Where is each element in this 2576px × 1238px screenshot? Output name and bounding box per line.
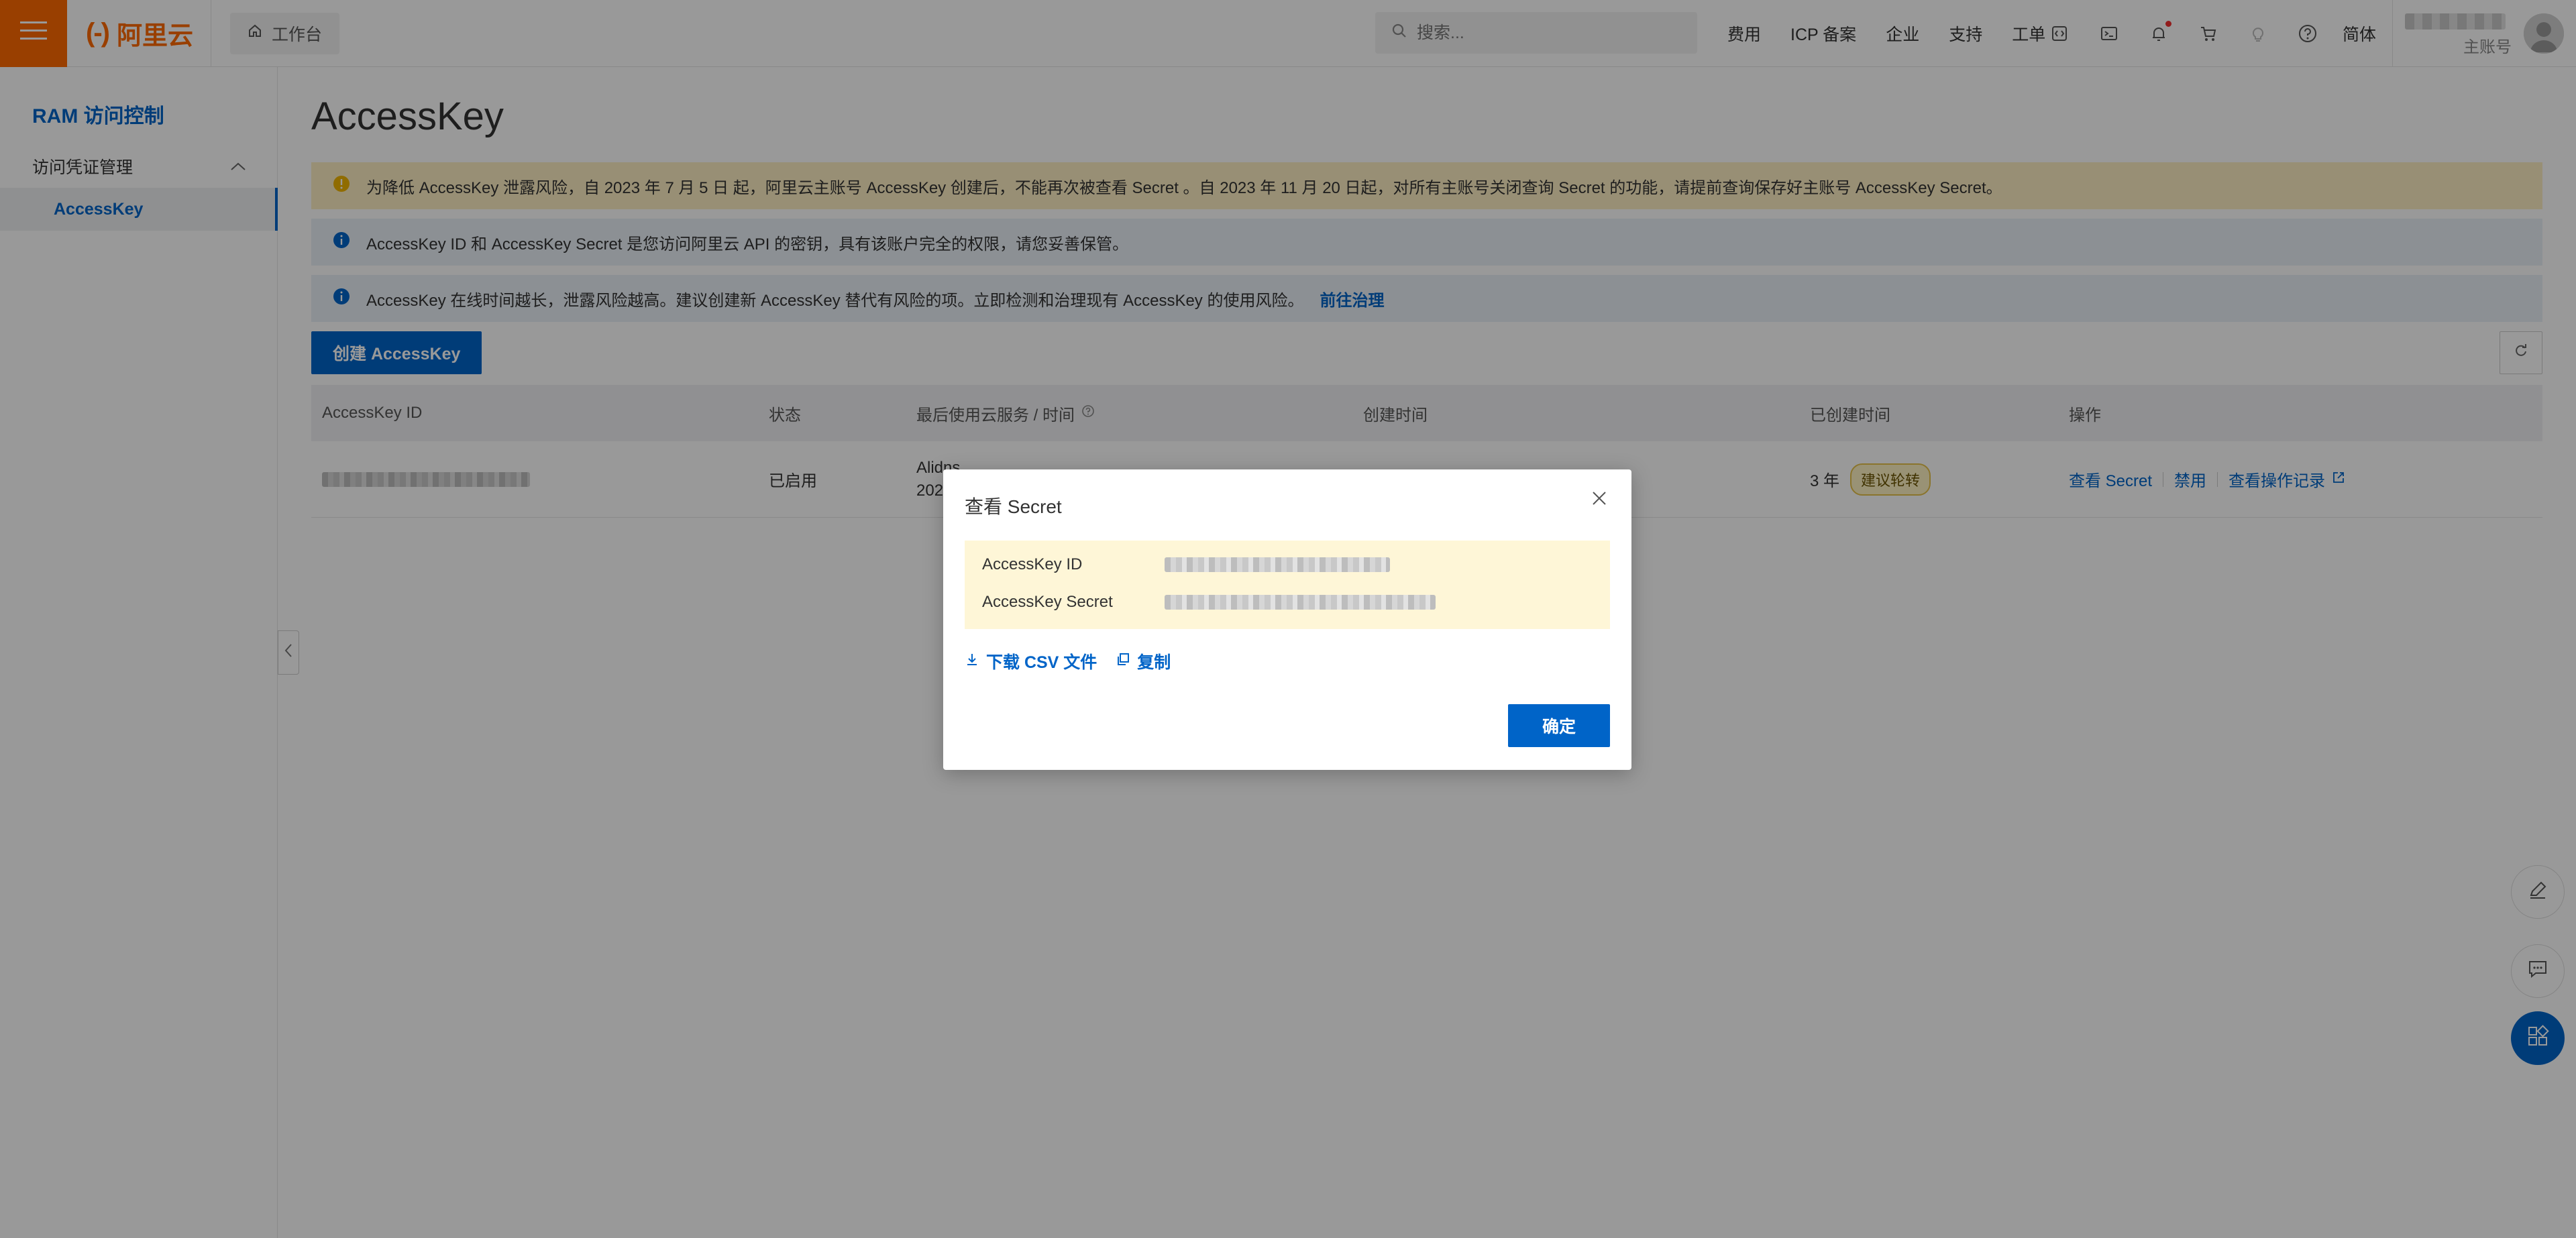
accesskey-secret-value-redacted — [1165, 595, 1436, 610]
copy-icon — [1116, 652, 1130, 671]
download-icon — [965, 652, 979, 671]
download-csv-link[interactable]: 下载 CSV 文件 — [965, 649, 1097, 673]
accesskey-secret-label: AccessKey Secret — [982, 593, 1113, 611]
dialog-links: 下载 CSV 文件 复制 — [965, 649, 1171, 673]
accesskey-id-label: AccessKey ID — [982, 555, 1083, 573]
close-button[interactable] — [1587, 488, 1611, 512]
dialog-title: 查看 Secret — [965, 496, 1062, 517]
accesskey-id-value-redacted — [1165, 557, 1390, 572]
view-secret-dialog: 查看 Secret AccessKey ID AccessKey Secret … — [943, 469, 1631, 770]
confirm-button[interactable]: 确定 — [1508, 704, 1610, 747]
accesskey-id-row: AccessKey ID — [982, 555, 1390, 574]
copy-label: 复制 — [1137, 653, 1171, 672]
accesskey-secret-row: AccessKey Secret — [982, 593, 1436, 612]
copy-link[interactable]: 复制 — [1116, 649, 1171, 673]
close-icon — [1591, 490, 1607, 511]
secret-box: AccessKey ID AccessKey Secret — [965, 541, 1610, 629]
download-csv-label: 下载 CSV 文件 — [986, 653, 1097, 672]
